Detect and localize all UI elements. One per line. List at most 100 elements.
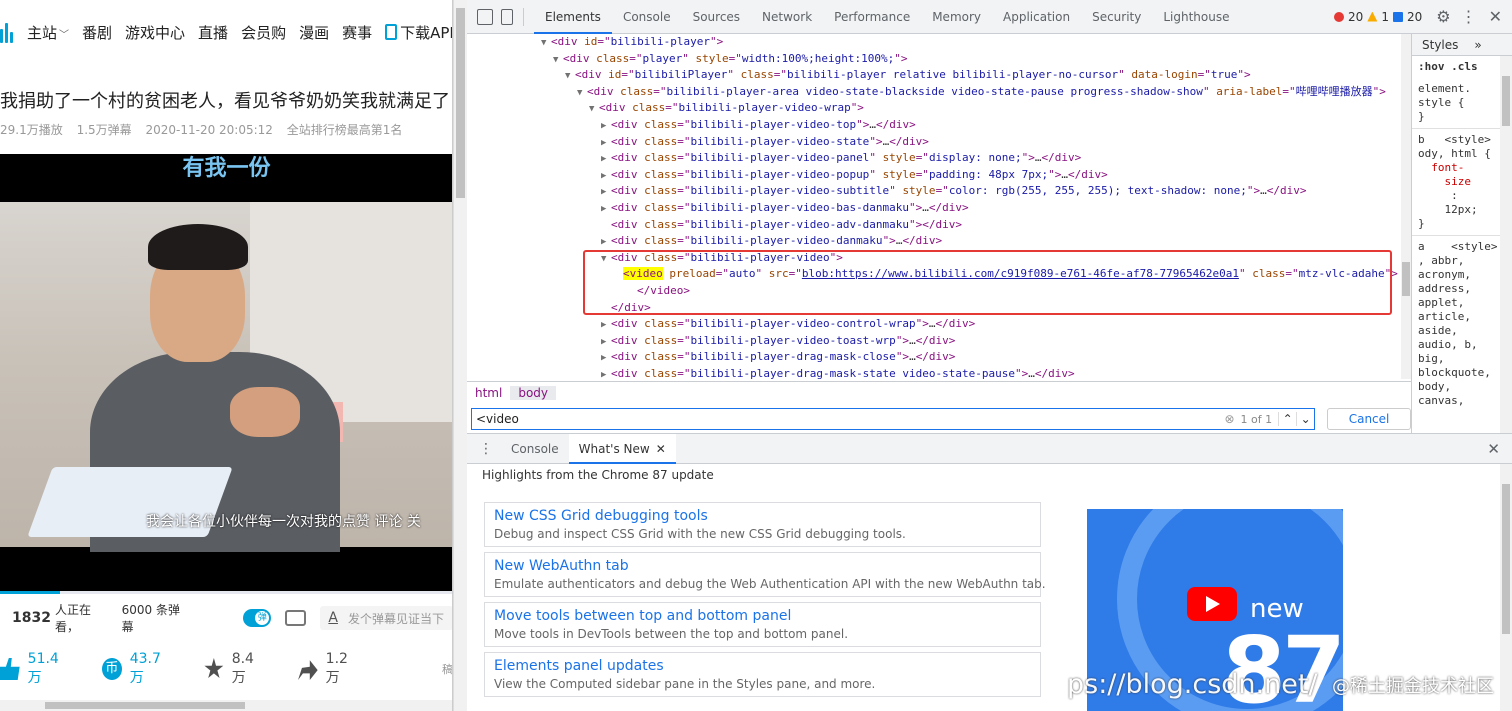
dom-node[interactable]: ▼ <div class="player" style="width:100%;h… <box>467 51 1411 68</box>
video-banner-text: 有我一份 <box>182 156 271 181</box>
device-toolbar-icon[interactable] <box>501 8 513 25</box>
scrollbar-thumb[interactable] <box>1502 484 1510 634</box>
css-rule[interactable]: b <style> ody, html { font- size : 12px;} <box>1412 129 1512 236</box>
tab-memory[interactable]: Memory <box>921 0 992 34</box>
dom-node[interactable]: ▶ <div class="bilibili-player-video-contr… <box>467 316 1411 333</box>
whats-new-card[interactable]: New WebAuthn tab Emulate authenticators a… <box>484 552 1046 597</box>
dom-node[interactable]: ▶ <div class="bilibili-player-video-bas-d… <box>467 200 1411 217</box>
inspect-element-icon[interactable] <box>477 8 493 25</box>
dom-node[interactable]: ▼ <div class="bilibili-player-area video-… <box>467 84 1411 101</box>
tab-application[interactable]: Application <box>992 0 1081 34</box>
close-drawer-icon[interactable]: ✕ <box>1487 440 1500 458</box>
gear-icon[interactable]: ⚙ <box>1436 7 1450 26</box>
card-title[interactable]: New WebAuthn tab <box>494 558 1031 574</box>
drawer-menu-icon[interactable]: ⋮ <box>479 441 493 457</box>
text-style-icon[interactable]: A <box>328 610 338 626</box>
styles-filter[interactable]: :hov .cls <box>1412 56 1512 78</box>
drawer-tab-console[interactable]: Console <box>501 434 569 464</box>
drawer-scrollbar[interactable] <box>1500 464 1512 711</box>
whats-new-card[interactable]: New CSS Grid debugging tools Debug and in… <box>484 502 1041 547</box>
breadcrumb-html[interactable]: html <box>467 386 510 400</box>
card-title[interactable]: Elements panel updates <box>494 658 1031 674</box>
dom-node[interactable]: ▶ <div class="bilibili-player-video-popup… <box>467 167 1411 184</box>
favorite-button[interactable]: 8.4万 <box>204 651 264 687</box>
like-button[interactable]: 51.4万 <box>0 651 68 687</box>
nav-esports[interactable]: 赛事 <box>342 22 372 43</box>
dom-node[interactable]: ▼ <div id="bilibili-player"> <box>467 34 1411 51</box>
page-vertical-scrollbar[interactable] <box>453 0 467 711</box>
dom-node[interactable]: ▶ <div class="bilibili-player-drag-mask-c… <box>467 349 1411 366</box>
css-rule[interactable]: element. style {} <box>1412 78 1512 129</box>
dom-node[interactable]: ▶ <div class="bilibili-player-video-panel… <box>467 150 1411 167</box>
css-rule[interactable]: a <style>, abbr, acronym, address, applet, a… <box>1412 236 1512 412</box>
card-title[interactable]: New CSS Grid debugging tools <box>494 508 1031 524</box>
danmaku-input[interactable]: A 发个弹幕见证当下 <box>320 606 452 630</box>
close-icon[interactable]: ✕ <box>656 442 666 456</box>
nav-download-app[interactable]: 下载APP <box>385 22 452 43</box>
styles-scrollbar[interactable] <box>1500 56 1512 433</box>
drawer-tab-whats-new[interactable]: What's New ✕ <box>568 433 676 464</box>
card-title[interactable]: Move tools between top and bottom panel <box>494 608 1031 624</box>
issue-counters[interactable]: 20 1 20 <box>1334 10 1422 24</box>
nav-game-center[interactable]: 游戏中心 <box>125 22 185 43</box>
chevron-down-icon: ﹀ <box>59 29 70 41</box>
rank-badge[interactable]: 全站排行榜最高第1名 <box>287 123 403 137</box>
horizontal-scrollbar[interactable] <box>0 700 452 711</box>
dom-search-input[interactable]: <video ⊗ 1 of 1 ⌃ ⌄ <box>471 408 1316 430</box>
danmaku-toggle[interactable] <box>243 609 272 627</box>
styles-pane: Styles » :hov .cls element. style {} b <st… <box>1411 34 1512 433</box>
dom-node[interactable]: <div class="bilibili-player-video-adv-da… <box>467 217 1411 234</box>
kebab-menu-icon[interactable]: ⋮ <box>1461 7 1477 26</box>
nav-bangumi[interactable]: 番剧 <box>82 22 112 43</box>
dom-node[interactable]: ▼ <div class="bilibili-player-video-wrap"… <box>467 100 1411 117</box>
danmaku-count: 6000 条弹幕 <box>121 603 180 634</box>
dom-node[interactable]: ▼ <div id="bilibiliPlayer" class="bilibil… <box>467 67 1411 84</box>
dom-node[interactable]: ▶ <div class="bilibili-player-video-subti… <box>467 183 1411 200</box>
video-title: 我捐助了一个村的贫困老人，看见爷爷奶奶笑我就满足了【 <box>0 91 453 112</box>
warning-count: 1 <box>1381 9 1389 24</box>
nav-main-site[interactable]: 主站 ﹀ <box>27 22 69 43</box>
scrollbar-thumb[interactable] <box>45 702 245 709</box>
tab-sources[interactable]: Sources <box>682 0 751 34</box>
video-actions: 51.4万 币 43.7万 8.4万 1.2万 稿 <box>0 651 452 687</box>
dom-node[interactable]: ▶ <div class="bilibili-player-video-state… <box>467 134 1411 151</box>
dom-tree[interactable]: ▼ <div id="bilibili-player"> ▼ <div class=… <box>467 34 1411 379</box>
whats-new-card[interactable]: Elements panel updates View the Computed … <box>484 652 1041 697</box>
tab-styles[interactable]: Styles <box>1422 38 1458 52</box>
error-count: 20 <box>1348 9 1364 24</box>
danmaku-settings-icon[interactable] <box>285 610 307 626</box>
breadcrumb-body[interactable]: body <box>510 385 557 400</box>
dom-node[interactable]: ▶ <div class="bilibili-player-drag-mask-s… <box>467 366 1411 379</box>
share-button[interactable]: 1.2万 <box>298 651 358 687</box>
whats-new-card[interactable]: Move tools between top and bottom panel M… <box>484 602 1041 647</box>
card-desc: Emulate authenticators and debug the Web… <box>494 577 1046 591</box>
dom-node[interactable]: ▶ <div class="bilibili-player-video-top">… <box>467 117 1411 134</box>
search-next-icon[interactable]: ⌄ <box>1296 412 1314 426</box>
tab-console[interactable]: Console <box>612 0 682 34</box>
video-player[interactable]: 有我一份 我会让各位小伙伴每一次对我的点赞 评论 关 <box>0 154 452 591</box>
dom-tree-scrollbar[interactable] <box>1401 34 1411 379</box>
coin-button[interactable]: 币 43.7万 <box>102 651 170 687</box>
search-prev-icon[interactable]: ⌃ <box>1278 412 1296 426</box>
clear-search-icon[interactable]: ⊗ <box>1224 412 1234 426</box>
scrollbar-thumb[interactable] <box>456 8 465 198</box>
cancel-search-button[interactable]: Cancel <box>1327 408 1411 430</box>
nav-live[interactable]: 直播 <box>198 22 228 43</box>
scrollbar-thumb[interactable] <box>1502 76 1510 126</box>
nav-manga[interactable]: 漫画 <box>299 22 329 43</box>
more-tabs-icon[interactable]: » <box>1474 38 1481 52</box>
tab-elements[interactable]: Elements <box>534 0 612 34</box>
thumbs-up-icon <box>0 658 20 680</box>
bilibili-logo-icon[interactable] <box>0 21 13 43</box>
tab-lighthouse[interactable]: Lighthouse <box>1152 0 1240 34</box>
video-progress-bar[interactable] <box>0 591 452 594</box>
tab-performance[interactable]: Performance <box>823 0 921 34</box>
scrollbar-thumb[interactable] <box>1402 262 1410 296</box>
nav-member-shop[interactable]: 会员购 <box>241 22 286 43</box>
tab-security[interactable]: Security <box>1081 0 1152 34</box>
dom-node[interactable]: ▶ <div class="bilibili-player-video-toast… <box>467 333 1411 350</box>
play-count: 29.1万播放 <box>0 123 63 137</box>
dom-node[interactable]: ▶ <div class="bilibili-player-video-danma… <box>467 233 1411 250</box>
tab-network[interactable]: Network <box>751 0 823 34</box>
close-icon[interactable]: ✕ <box>1489 7 1502 26</box>
